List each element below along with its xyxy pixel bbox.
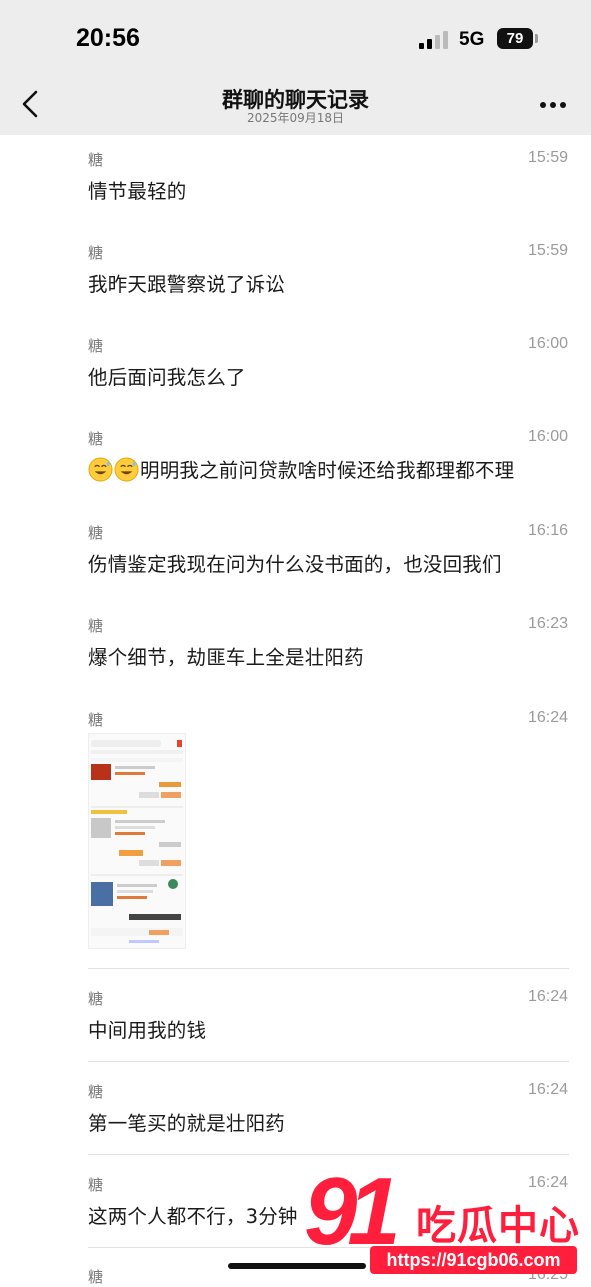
message-sender: 糖 — [88, 990, 104, 1008]
message-time: 15:59 — [527, 149, 568, 166]
divider — [88, 1154, 569, 1155]
status-time: 20:56 — [76, 24, 140, 52]
page-date: 2025年09月18日 — [246, 111, 345, 125]
message-text[interactable]: 爆个细节，劫匪车上全是壮阳药 — [88, 641, 364, 670]
message-sender: 糖 — [88, 711, 104, 729]
message-text: 明明我之前问贷款啥时候还给我都理都不理 — [140, 459, 515, 482]
watermark-url: https://91cgb06.com — [370, 1246, 577, 1274]
message-sender: 糖 — [88, 430, 104, 448]
message-sender: 糖 — [88, 244, 104, 262]
message-text[interactable]: 他后面问我怎么了 — [88, 361, 246, 390]
message-text[interactable]: 第一笔买的就是壮阳药 — [88, 1107, 285, 1136]
home-indicator[interactable] — [228, 1263, 366, 1269]
message-time: 16:00 — [527, 335, 568, 352]
divider — [88, 1061, 569, 1062]
signal-strength-icon — [419, 31, 449, 49]
message-time: 16:24 — [527, 709, 568, 726]
network-type: 5G — [459, 29, 485, 50]
status-bar: 20:56 5G 79 — [0, 0, 591, 78]
message-sender: 糖 — [88, 1176, 104, 1194]
message-text[interactable]: 我昨天跟警察说了诉讼 — [88, 268, 285, 297]
message-time: 16:24 — [527, 1081, 568, 1098]
message-text[interactable]: 伤情鉴定我现在问为什么没书面的，也没回我们 — [88, 548, 502, 577]
divider — [88, 968, 569, 969]
message-sender: 糖 — [88, 524, 104, 542]
message-time: 16:16 — [527, 522, 568, 539]
more-button[interactable] — [536, 98, 570, 112]
message-time: 16:00 — [527, 428, 568, 445]
nav-bar: 群聊的聊天记录 2025年09月18日 — [0, 78, 591, 135]
sweat-smile-emoji-icon — [114, 457, 139, 482]
shopping-screenshot-image — [89, 734, 185, 948]
message-time: 16:24 — [527, 988, 568, 1005]
sweat-smile-emoji-icon — [88, 457, 113, 482]
battery-icon: 79 — [497, 28, 533, 49]
message-text[interactable]: 情节最轻的 — [88, 175, 187, 204]
watermark-brand: 吃瓜中心 — [416, 1203, 580, 1249]
message-sender: 糖 — [88, 337, 104, 355]
message-text[interactable]: 中间用我的钱 — [88, 1014, 206, 1043]
message-sender: 糖 — [88, 1083, 104, 1101]
message-image-thumbnail[interactable] — [88, 733, 186, 949]
message-sender: 糖 — [88, 1268, 104, 1286]
message-sender: 糖 — [88, 151, 104, 169]
message-text-with-emoji[interactable]: 明明我之前问贷款啥时候还给我都理都不理 — [88, 454, 514, 483]
message-sender: 糖 — [88, 617, 104, 635]
battery-level: 79 — [506, 30, 524, 47]
message-text[interactable]: 这两个人都不行，3分钟 — [88, 1200, 298, 1229]
message-time: 16:23 — [527, 615, 568, 632]
message-time: 15:59 — [527, 242, 568, 259]
battery-cap — [535, 34, 538, 43]
